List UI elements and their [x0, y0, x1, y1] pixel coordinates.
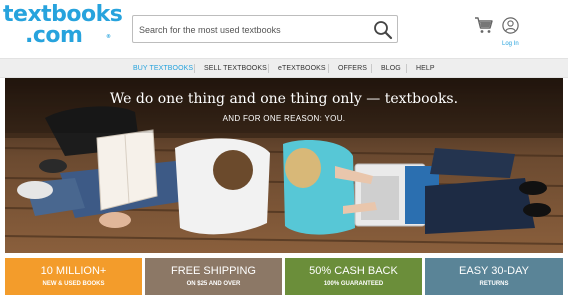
promo-caption: 100% GUARANTEED	[323, 281, 384, 287]
nav-buy-textbooks[interactable]: BUY TEXTBOOKS	[133, 59, 193, 78]
promo-tile-easy-returns[interactable]: EASY 30-DAY RETURNS	[425, 258, 563, 295]
site-header: textbooks .com ® Log In	[0, 0, 568, 58]
search-box	[132, 15, 398, 43]
logo-wordmark-top: textbooks	[3, 2, 123, 27]
hero-headline: We do one thing and one thing only — tex…	[109, 91, 459, 107]
nav-divider	[406, 64, 407, 73]
logo-wordmark-bottom: .com	[25, 23, 83, 48]
nav-offers[interactable]: OFFERS	[338, 59, 367, 78]
main-nav: BUY TEXTBOOKS SELL TEXTBOOKS eTEXTBOOKS …	[0, 58, 568, 78]
textbooks-logo[interactable]: textbooks .com ®	[3, 4, 123, 49]
promo-tile-cash-back[interactable]: 50% CASH BACK 100% GUARANTEED	[285, 258, 422, 295]
promo-tile-free-shipping[interactable]: FREE SHIPPING ON $25 AND OVER	[145, 258, 282, 295]
search-icon[interactable]	[373, 20, 393, 40]
promo-tile-million-books[interactable]: 10 MILLION+ NEW & USED BOOKS	[5, 258, 142, 295]
nav-etextbooks[interactable]: eTEXTBOOKS	[278, 59, 326, 78]
promo-caption: ON $25 AND OVER	[186, 281, 241, 287]
promo-heading: 50% CASH BACK	[309, 265, 398, 277]
promo-heading: FREE SHIPPING	[171, 265, 256, 277]
promo-caption: RETURNS	[479, 281, 509, 287]
nav-divider	[268, 64, 269, 73]
nav-sell-textbooks[interactable]: SELL TEXTBOOKS	[204, 59, 267, 78]
search-input[interactable]	[139, 21, 359, 38]
nav-divider	[371, 64, 372, 73]
promo-heading: EASY 30-DAY	[459, 265, 529, 277]
trademark-symbol: ®	[106, 34, 111, 40]
user-icon[interactable]	[502, 17, 519, 34]
hero-banner: We do one thing and one thing only — tex…	[5, 78, 563, 253]
cart-icon[interactable]	[474, 16, 494, 34]
hero-subheadline: AND FOR ONE REASON: YOU.	[222, 114, 346, 123]
nav-help[interactable]: HELP	[416, 59, 435, 78]
login-link[interactable]: Log In	[502, 41, 519, 47]
nav-divider	[328, 64, 329, 73]
promo-heading: 10 MILLION+	[40, 265, 107, 277]
nav-divider	[194, 64, 195, 73]
nav-blog[interactable]: BLOG	[381, 59, 401, 78]
promo-caption: NEW & USED BOOKS	[42, 281, 105, 287]
